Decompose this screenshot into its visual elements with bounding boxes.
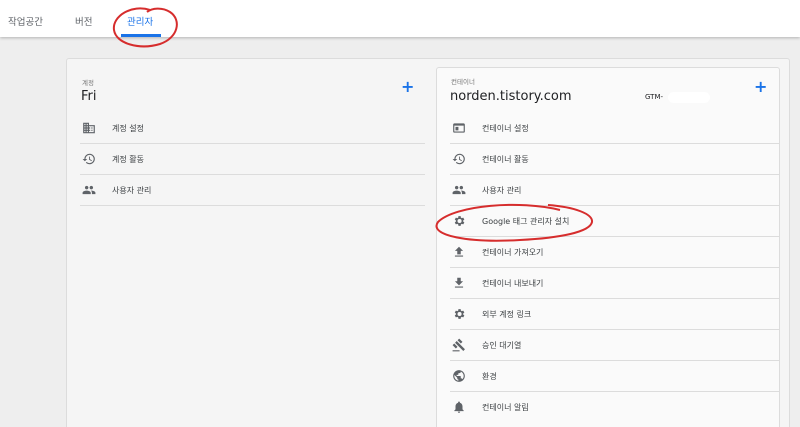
gear-icon bbox=[454, 309, 465, 319]
container-activity-item[interactable]: 컨테이너 활동 bbox=[450, 144, 780, 175]
download-icon bbox=[454, 277, 464, 288]
container-id: GTM- bbox=[645, 93, 664, 101]
people-icon bbox=[82, 185, 96, 195]
export-container-item[interactable]: 컨테이너 내보내기 bbox=[450, 268, 780, 299]
add-account-button[interactable]: + bbox=[401, 79, 414, 95]
tab-versions[interactable]: 버전 bbox=[75, 14, 92, 28]
install-gtm-item[interactable]: Google 태그 관리자 설치 bbox=[450, 206, 780, 237]
bell-icon bbox=[454, 401, 464, 413]
container-settings-label: 컨테이너 설정 bbox=[482, 124, 529, 133]
account-settings-item[interactable]: 계정 설정 bbox=[80, 113, 425, 144]
container-id-redaction bbox=[668, 92, 710, 103]
tab-admin[interactable]: 관리자 bbox=[127, 14, 153, 28]
gavel-icon bbox=[452, 338, 465, 352]
top-navigation-bar: 작업공간 버전 관리자 bbox=[0, 0, 800, 37]
container-activity-label: 컨테이너 활동 bbox=[482, 155, 529, 164]
account-settings-label: 계정 설정 bbox=[112, 124, 144, 133]
environments-label: 환경 bbox=[482, 372, 497, 381]
account-name: Fri bbox=[81, 89, 97, 104]
building-icon bbox=[83, 122, 95, 134]
approval-queue-item[interactable]: 승인 대기열 bbox=[450, 330, 780, 361]
import-container-item[interactable]: 컨테이너 가져오기 bbox=[450, 237, 780, 268]
export-container-label: 컨테이너 내보내기 bbox=[482, 279, 544, 288]
upload-icon bbox=[454, 246, 464, 257]
external-account-links-label: 외부 계정 링크 bbox=[482, 310, 532, 319]
container-user-management-item[interactable]: 사용자 관리 bbox=[450, 175, 780, 206]
history-icon bbox=[82, 153, 95, 165]
container-notifications-label: 컨테이너 알림 bbox=[482, 403, 529, 412]
active-tab-indicator bbox=[121, 34, 161, 37]
container-user-management-label: 사용자 관리 bbox=[482, 186, 522, 195]
environments-item[interactable]: 환경 bbox=[450, 361, 780, 392]
globe-icon bbox=[453, 370, 465, 382]
account-section-label: 계정 bbox=[82, 79, 94, 87]
container-name: norden.tistory.com bbox=[450, 89, 572, 104]
history-icon bbox=[452, 153, 465, 165]
account-activity-label: 계정 활동 bbox=[112, 155, 144, 164]
external-account-links-item[interactable]: 외부 계정 링크 bbox=[450, 299, 780, 330]
approval-queue-label: 승인 대기열 bbox=[482, 341, 522, 350]
add-container-button[interactable]: + bbox=[754, 79, 767, 95]
container-notifications-item[interactable]: 컨테이너 알림 bbox=[450, 392, 780, 423]
account-user-management-label: 사용자 관리 bbox=[112, 186, 152, 195]
account-user-management-item[interactable]: 사용자 관리 bbox=[80, 175, 425, 206]
account-activity-item[interactable]: 계정 활동 bbox=[80, 144, 425, 175]
gear-icon bbox=[454, 216, 465, 226]
import-container-label: 컨테이너 가져오기 bbox=[482, 248, 544, 257]
tab-workspace[interactable]: 작업공간 bbox=[8, 14, 43, 28]
container-section-label: 컨테이너 bbox=[451, 78, 475, 86]
container-settings-item[interactable]: 컨테이너 설정 bbox=[450, 113, 780, 144]
people-icon bbox=[452, 185, 466, 195]
install-gtm-label: Google 태그 관리자 설치 bbox=[482, 217, 570, 226]
browser-window-icon bbox=[453, 123, 465, 133]
